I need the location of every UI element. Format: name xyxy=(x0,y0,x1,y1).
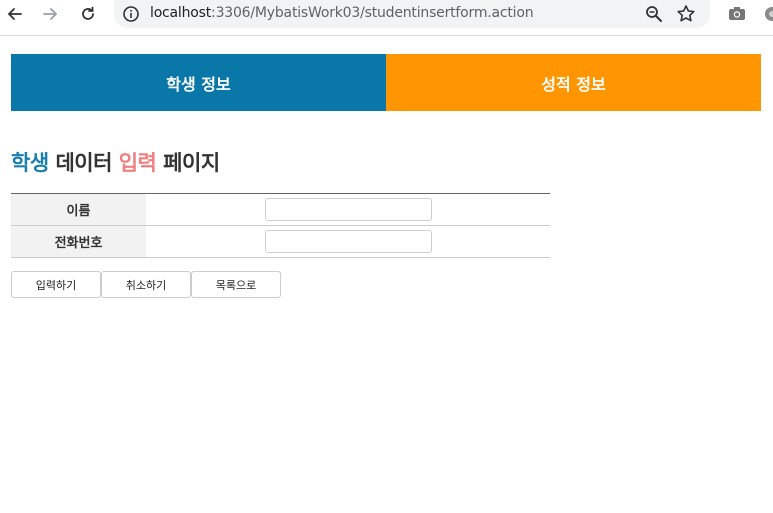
name-label: 이름 xyxy=(11,193,146,226)
phone-input[interactable] xyxy=(264,230,432,253)
phone-label: 전화번호 xyxy=(11,225,146,258)
title-student: 학생 xyxy=(11,151,49,175)
title-data: 데이터 xyxy=(48,151,119,175)
zoom-icon[interactable] xyxy=(644,4,664,24)
cancel-button[interactable]: 취소하기 xyxy=(101,271,191,298)
page-title: 학생 데이터 입력 페이지 xyxy=(11,147,220,177)
forward-button[interactable] xyxy=(38,2,62,26)
submit-button[interactable]: 입력하기 xyxy=(11,271,101,298)
table-row: 전화번호 xyxy=(11,225,550,258)
arrow-left-icon xyxy=(7,8,22,20)
reload-button[interactable] xyxy=(76,2,100,26)
back-button[interactable] xyxy=(3,2,27,26)
arrow-right-icon xyxy=(43,8,58,20)
name-cell xyxy=(146,193,550,226)
phone-cell xyxy=(146,225,550,258)
list-button[interactable]: 목록으로 xyxy=(191,271,281,298)
camera-icon[interactable] xyxy=(727,4,747,24)
tab-student-info[interactable]: 학생 정보 xyxy=(11,54,386,111)
browser-toolbar: localhost:3306/MybatisWork03/studentinse… xyxy=(0,0,773,36)
url-text: localhost:3306/MybatisWork03/studentinse… xyxy=(150,5,534,21)
url-host: localhost xyxy=(150,5,212,21)
reload-icon xyxy=(82,6,94,20)
url-path: :3306/MybatisWork03/studentinsertform.ac… xyxy=(211,5,534,21)
title-insert: 입력 xyxy=(118,151,157,175)
name-input[interactable] xyxy=(264,198,432,221)
table-row: 이름 xyxy=(11,193,550,226)
address-bar[interactable]: localhost:3306/MybatisWork03/studentinse… xyxy=(114,0,710,28)
tab-grade-info[interactable]: 성적 정보 xyxy=(386,54,761,111)
menu-tabs: 학생 정보 성적 정보 xyxy=(11,54,761,111)
info-icon[interactable] xyxy=(122,5,140,23)
extension-icon[interactable] xyxy=(760,4,773,24)
action-buttons: 입력하기 취소하기 목록으로 xyxy=(11,271,281,298)
student-form-table: 이름 전화번호 xyxy=(11,193,550,258)
star-icon[interactable] xyxy=(676,4,696,24)
title-page: 페이지 xyxy=(156,151,220,175)
